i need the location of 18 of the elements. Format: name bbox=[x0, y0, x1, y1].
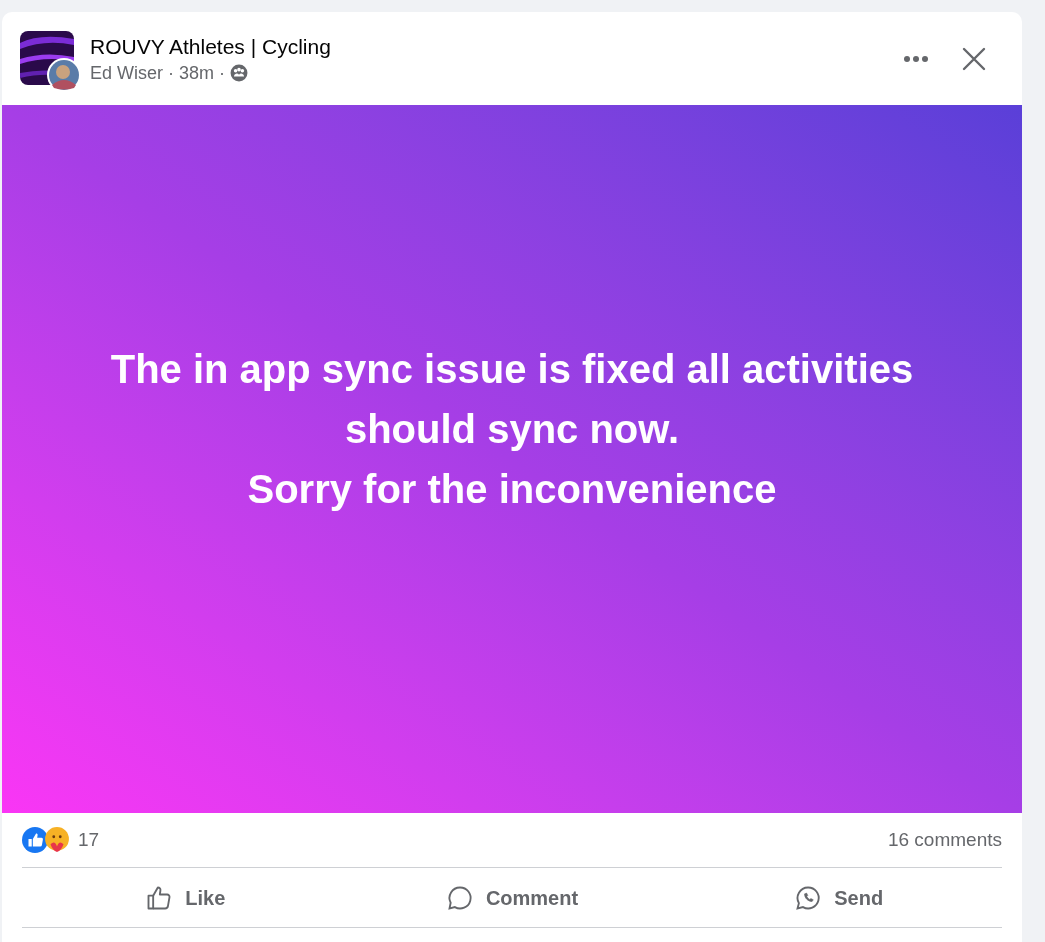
post-text: Sorry for the inconvenience bbox=[247, 466, 777, 513]
care-reaction-icon bbox=[44, 827, 70, 853]
more-icon bbox=[903, 54, 929, 63]
post-text: The in app sync issue is fixed all activities should sync now. bbox=[109, 346, 915, 453]
like-reaction-icon bbox=[22, 827, 48, 853]
action-button[interactable]: Comment bbox=[348, 873, 676, 922]
group-name[interactable]: ROUVY Athletes | Cycling bbox=[90, 32, 331, 61]
reaction-count[interactable]: 17 bbox=[78, 825, 100, 855]
action-button[interactable]: Like bbox=[22, 873, 349, 922]
group-icon bbox=[230, 63, 249, 82]
post-time[interactable]: 38m bbox=[179, 60, 215, 85]
close-icon bbox=[962, 46, 986, 71]
action-button[interactable]: Send bbox=[675, 873, 1002, 922]
avatar bbox=[46, 56, 82, 93]
comment-count[interactable]: 16 comments bbox=[887, 825, 1002, 855]
separator: · bbox=[219, 61, 226, 85]
author-name[interactable]: Ed Wiser bbox=[90, 60, 163, 85]
separator: · bbox=[168, 61, 174, 85]
